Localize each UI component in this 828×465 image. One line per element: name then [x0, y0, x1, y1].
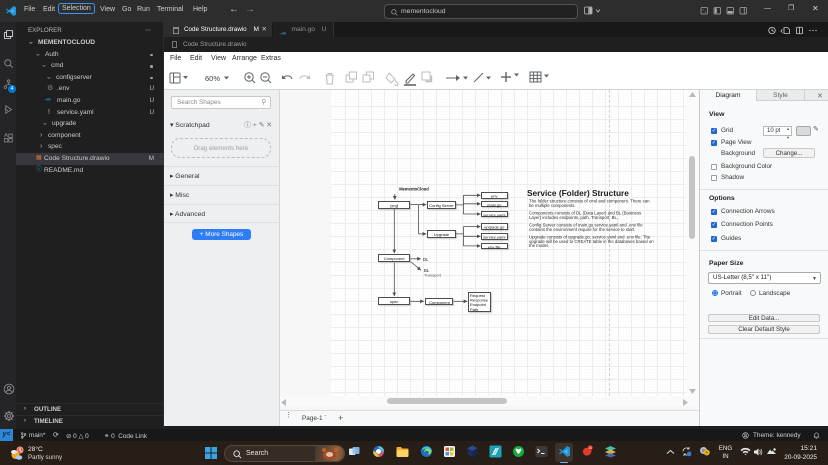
svg-text:10: 10 [588, 446, 592, 450]
svg-text:60%: 60% [205, 74, 220, 83]
